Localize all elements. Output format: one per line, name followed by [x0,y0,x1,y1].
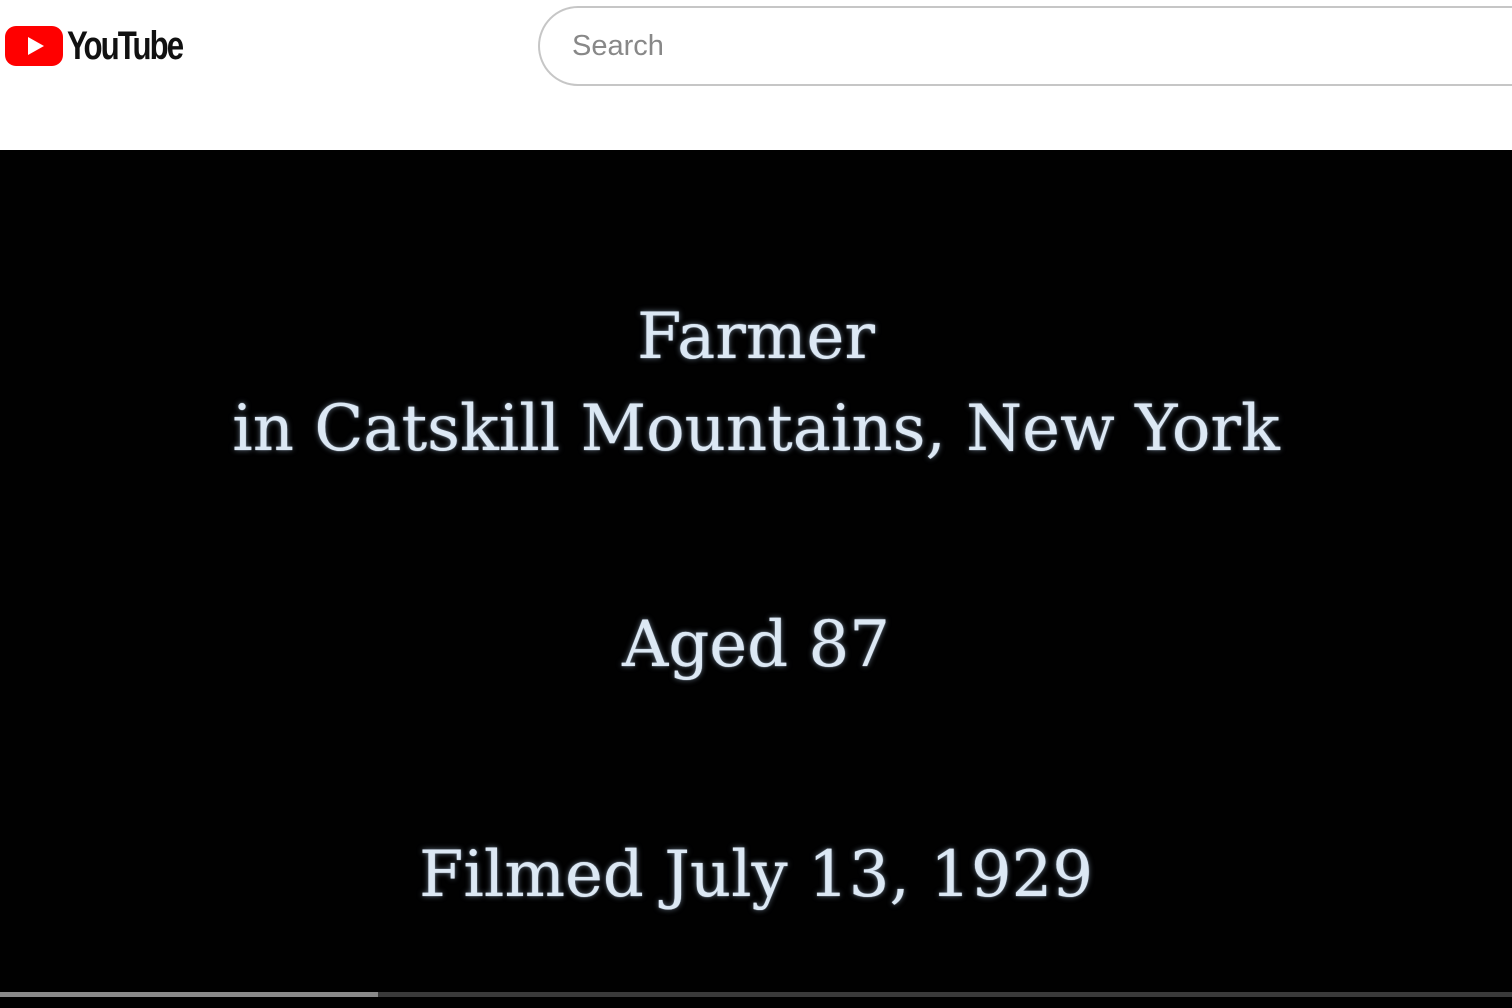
video-player[interactable]: Farmer in Catskill Mountains, New York A… [0,150,1512,1008]
video-caption-line: Aged 87 [622,608,890,682]
video-caption-line: in Catskill Mountains, New York [232,392,1280,466]
youtube-logo-text: YouTube [67,24,184,68]
youtube-logo-link[interactable]: YouTube [5,24,215,68]
masthead: YouTube [0,0,1512,150]
search-box[interactable] [538,6,1512,86]
video-progress-played [0,992,378,997]
video-caption-line: Farmer [637,300,875,374]
youtube-play-icon [5,26,63,66]
video-progress-bar[interactable] [0,992,1512,997]
search-input[interactable] [572,29,1512,63]
video-caption-line: Filmed July 13, 1929 [418,838,1094,912]
